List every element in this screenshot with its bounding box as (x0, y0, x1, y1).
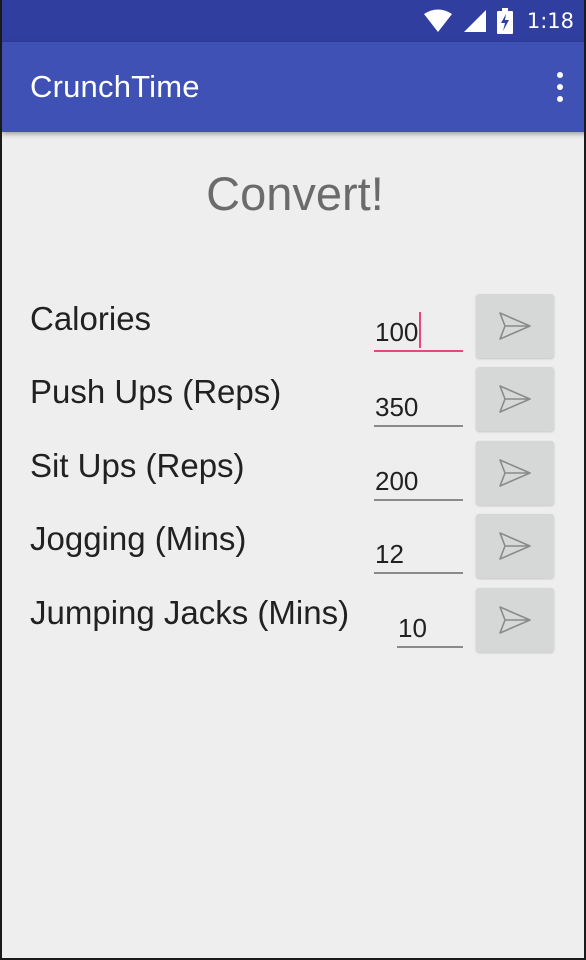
battery-charging-icon (496, 8, 513, 34)
push-ups-input[interactable]: 350 (374, 387, 463, 427)
sit-ups-input[interactable]: 200 (374, 461, 463, 501)
send-icon (499, 532, 531, 560)
sit-ups-convert-button[interactable] (476, 441, 554, 505)
send-icon (499, 606, 531, 634)
overflow-menu-icon[interactable] (554, 72, 566, 102)
input-value: 350 (375, 392, 419, 422)
jumping-jacks-convert-button[interactable] (476, 588, 554, 652)
row-label: Jogging (Mins) (30, 520, 247, 557)
conversion-row-sit-ups: Sit Ups (Reps) 200 (2, 441, 584, 507)
conversion-row-jumping-jacks: Jumping Jacks (Mins) 10 (2, 588, 584, 654)
calories-convert-button[interactable] (476, 294, 554, 358)
overflow-dot (557, 96, 563, 102)
row-label: Push Ups (Reps) (30, 373, 282, 410)
app-bar: CrunchTime (2, 42, 584, 132)
push-ups-convert-button[interactable] (476, 367, 554, 431)
jogging-input[interactable]: 12 (374, 534, 463, 574)
overflow-dot (557, 84, 563, 90)
text-cursor (419, 312, 422, 348)
conversion-row-push-ups: Push Ups (Reps) 350 (2, 367, 584, 433)
send-icon (499, 312, 531, 340)
row-label: Calories (30, 300, 152, 337)
input-value: 200 (375, 466, 419, 496)
cell-signal-icon (463, 10, 486, 32)
jogging-convert-button[interactable] (476, 514, 554, 578)
wifi-icon (423, 9, 452, 32)
status-icons: 1:18 (423, 8, 574, 34)
jumping-jacks-input[interactable]: 10 (397, 608, 463, 648)
status-bar: 1:18 (2, 0, 584, 42)
row-label: Sit Ups (Reps) (30, 447, 245, 484)
calories-input[interactable]: 100 (374, 312, 463, 352)
send-icon (499, 459, 531, 487)
input-value: 12 (375, 539, 404, 569)
input-value: 100 (375, 317, 419, 347)
status-time: 1:18 (526, 9, 574, 33)
row-label: Jumping Jacks (Mins) (30, 594, 350, 631)
page-heading: Convert! (206, 167, 384, 220)
send-icon (499, 385, 531, 413)
conversion-row-calories: Calories 100 (2, 294, 584, 360)
overflow-dot (557, 72, 563, 78)
input-value: 10 (398, 613, 427, 643)
app-screen: 1:18 CrunchTime Convert! Calories 100 Pu… (0, 0, 586, 960)
conversion-row-jogging: Jogging (Mins) 12 (2, 514, 584, 580)
app-title: CrunchTime (30, 69, 200, 104)
